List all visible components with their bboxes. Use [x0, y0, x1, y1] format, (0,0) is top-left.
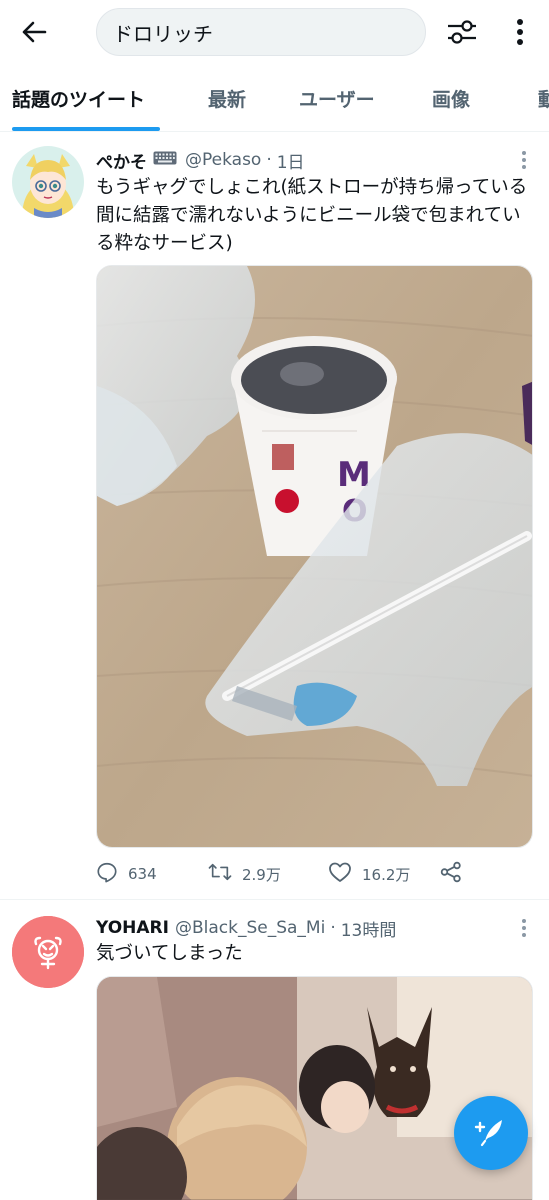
tweet-text: 気づいてしまった: [96, 943, 243, 964]
tweet-photo[interactable]: [96, 976, 533, 1200]
active-tab-indicator: [12, 127, 160, 131]
tab-images[interactable]: 画像: [432, 64, 470, 131]
tweet-header: ぺかそ @Pekaso · 1日: [96, 148, 305, 173]
search-input[interactable]: ドロリッチ: [96, 8, 426, 56]
user-handle[interactable]: @Pekaso: [185, 150, 261, 170]
share-button[interactable]: [440, 861, 462, 887]
reply-button[interactable]: 634: [96, 861, 208, 887]
compose-tweet-icon: [474, 1114, 508, 1152]
separator-dot: ·: [266, 150, 272, 170]
like-icon: [328, 861, 352, 887]
search-tabs: 話題のツイート 最新 ユーザー 画像 動: [0, 64, 549, 132]
tab-videos[interactable]: 動: [538, 64, 549, 131]
avatar[interactable]: [12, 146, 84, 218]
like-count: 16.2万: [362, 865, 411, 884]
tab-latest[interactable]: 最新: [208, 64, 246, 131]
like-button[interactable]: 16.2万: [328, 861, 440, 887]
retweet-count: 2.9万: [242, 865, 281, 884]
tweet-time[interactable]: 13時間: [341, 916, 397, 941]
retweet-icon: [208, 861, 232, 887]
back-arrow-icon[interactable]: [14, 14, 54, 50]
tweet-photo[interactable]: M O: [96, 265, 533, 848]
separator-dot: ·: [330, 918, 336, 938]
tweet-time[interactable]: 1日: [277, 148, 305, 173]
compose-tweet-button[interactable]: [454, 1096, 528, 1170]
tweet-actions: 634 2.9万 16.2万: [96, 854, 536, 894]
tweet-text: もうギャグでしょこれ(紙ストローが持ち帰っている間に結露で濡れないようにビニール…: [96, 177, 528, 254]
filter-sliders-icon[interactable]: [440, 12, 484, 52]
tab-top-tweets[interactable]: 話題のツイート: [12, 64, 145, 131]
tweet[interactable]: ぺかそ @Pekaso · 1日 もうギャグでしょこれ(紙ストローが持ち帰ってい…: [0, 132, 549, 900]
retweet-button[interactable]: 2.9万: [208, 861, 328, 887]
keyboard-icon: [153, 150, 177, 170]
display-name[interactable]: ぺかそ: [96, 148, 147, 173]
tab-users[interactable]: ユーザー: [299, 64, 375, 131]
avatar[interactable]: [12, 916, 84, 988]
reply-icon: [96, 861, 118, 887]
top-bar: ドロリッチ: [0, 0, 549, 64]
tweet-more-icon[interactable]: [514, 148, 534, 172]
share-icon: [440, 861, 462, 887]
reply-count: 634: [128, 865, 157, 883]
user-handle[interactable]: @Black_Se_Sa_Mi: [175, 918, 325, 938]
display-name[interactable]: YOHARI: [96, 918, 169, 938]
tweet-more-icon[interactable]: [514, 916, 534, 940]
tweet-header: YOHARI @Black_Se_Sa_Mi · 13時間: [96, 916, 397, 941]
search-query: ドロリッチ: [113, 21, 213, 46]
more-vertical-icon[interactable]: [502, 12, 538, 52]
